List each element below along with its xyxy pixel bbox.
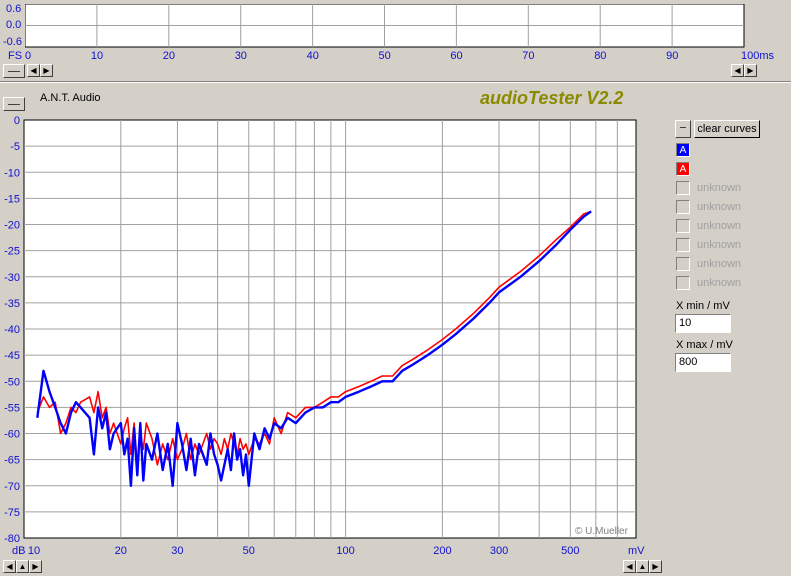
clear-curves-button[interactable]: clear curves [694, 120, 760, 138]
y-tick-label: -70 [4, 481, 20, 493]
xmin-label: X min / mV [676, 300, 730, 312]
xmin-input[interactable]: 10 [675, 314, 731, 333]
x-tick-label: 500 [561, 545, 579, 557]
top-x-tick: 40 [306, 50, 319, 62]
top-x-tick: 80 [594, 50, 607, 62]
top-x-tick: 70 [522, 50, 535, 62]
x-unit-label: mV [628, 545, 645, 557]
main-scroll-left-icon-right[interactable]: ◀ [623, 560, 636, 573]
x-tick-label: 10 [28, 545, 40, 557]
legend-curve-checkbox[interactable]: A [676, 162, 690, 176]
legend-item-label: unknown [697, 201, 742, 213]
legend-unknown-checkbox[interactable] [676, 181, 690, 195]
main-chart: 0 -5 -10 -15 -20 -25 -30 -35 -40 -45 -50 -55 -60 -65 -… [4, 115, 645, 557]
main-y-spinner[interactable] [3, 97, 25, 111]
top-scope-plot [25, 4, 745, 48]
legend-item-label: unknown [697, 182, 742, 194]
x-tick-label: 300 [490, 545, 508, 557]
y-tick-label: -60 [4, 429, 20, 441]
y-tick-label: -35 [4, 298, 20, 310]
top-y-tick-0: 0.6 [6, 3, 22, 15]
y-tick-label: -25 [4, 246, 20, 258]
y-tick-label: -75 [4, 507, 20, 519]
main-scroll-spin-icon-right[interactable]: ▲ [636, 560, 649, 573]
x-tick-label: 50 [243, 545, 255, 557]
y-tick-label: -10 [4, 167, 20, 179]
main-y-ticks: 0 -5 -10 -15 -20 -25 -30 -35 -40 -45 -50 -55 -60 -65 -… [4, 115, 20, 545]
main-scroll-right-icon[interactable]: ▶ [29, 560, 42, 573]
main-x-ticks: 10 20 30 50 100 200 300 500 [28, 545, 580, 557]
top-y-tick-2: -0.6 [3, 36, 22, 48]
main-scroll-spin-icon[interactable]: ▲ [16, 560, 29, 573]
legend-unknown-checkbox[interactable] [676, 257, 690, 271]
top-scroll-left-icon[interactable]: ◀ [27, 64, 40, 77]
legend-item-label: unknown [697, 258, 742, 270]
y-tick-label: 0 [14, 115, 20, 127]
top-y-tick-1: 0.0 [6, 19, 22, 31]
top-x-tick: 20 [162, 50, 176, 62]
legend-unknown-checkbox[interactable] [676, 238, 690, 252]
legend-unknown-checkbox[interactable] [676, 276, 690, 290]
y-unit-label: dB [12, 545, 25, 557]
x-tick-label: 200 [433, 545, 451, 557]
top-scroll-right-icon[interactable]: ▶ [40, 64, 53, 77]
x-tick-label: 30 [171, 545, 183, 557]
y-tick-label: -40 [4, 324, 20, 336]
top-x-tick: 100ms [741, 50, 775, 62]
top-scroll-right-icon-right[interactable]: ▶ [744, 64, 757, 77]
y-tick-label: -5 [10, 141, 20, 153]
x-tick-label: 20 [115, 545, 127, 557]
top-x-tick: 10 [90, 50, 104, 62]
legend-curve-checkbox[interactable]: A [676, 143, 690, 157]
divider [0, 81, 791, 83]
legend-item-label: unknown [697, 277, 742, 289]
watermark: © U.Mueller [575, 526, 629, 537]
y-tick-label: -15 [4, 193, 20, 205]
top-x-tick: 30 [234, 50, 247, 62]
xmax-label: X max / mV [676, 339, 733, 351]
top-x-unit: FS [8, 50, 23, 62]
top-scope-panel: 0.6 0.0 -0.6 FS 0 10 20 30 40 50 60 70 80 90 100ms… [0, 0, 791, 80]
app-title: audioTester V2.2 [480, 88, 624, 108]
app-label: A.N.T. Audio [40, 92, 101, 104]
y-tick-label: -45 [4, 350, 20, 362]
y-tick-label: -30 [4, 272, 20, 284]
legend-item-label: unknown [697, 220, 742, 232]
legend-unknown-checkbox[interactable] [676, 200, 690, 214]
y-tick-label: -20 [4, 220, 20, 232]
top-x-tick: 90 [666, 50, 679, 62]
top-x-tick: 60 [450, 50, 463, 62]
top-y-spinner[interactable] [3, 64, 25, 78]
y-tick-label: -80 [4, 533, 20, 545]
y-tick-label: -50 [4, 376, 20, 388]
xmax-input[interactable]: 800 [675, 353, 731, 372]
main-scroll-left-icon[interactable]: ◀ [3, 560, 16, 573]
legend-unknown-checkbox[interactable] [676, 219, 690, 233]
top-x-tick: 0 [25, 50, 32, 62]
legend-spinner[interactable] [675, 120, 691, 138]
legend-item-label: unknown [697, 239, 742, 251]
main-scroll-right-icon-right[interactable]: ▶ [649, 560, 662, 573]
top-x-tick: 50 [378, 50, 391, 62]
y-tick-label: -55 [4, 402, 20, 414]
top-scroll-left-icon-right[interactable]: ◀ [731, 64, 744, 77]
x-tick-label: 100 [336, 545, 354, 557]
y-tick-label: -65 [4, 455, 20, 467]
